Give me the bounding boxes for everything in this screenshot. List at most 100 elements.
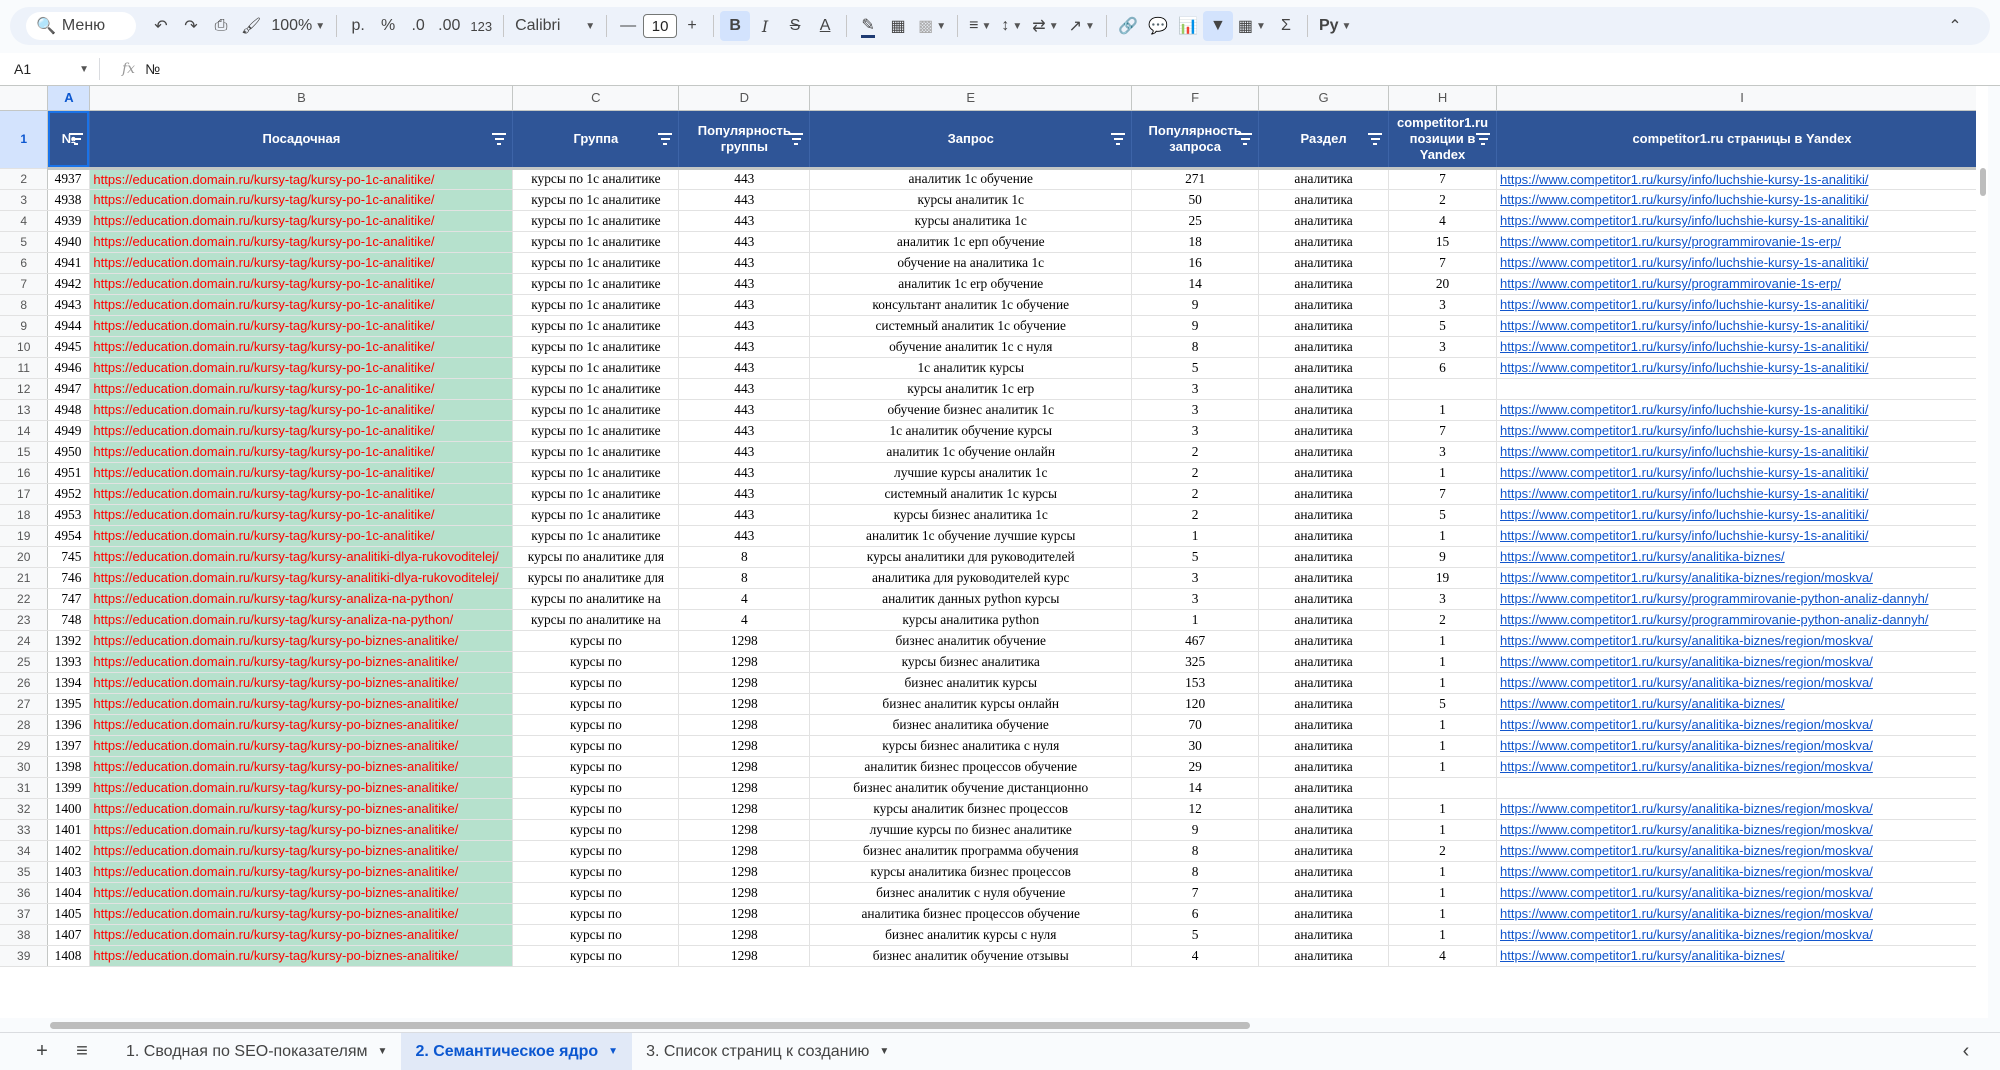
row-number[interactable]: 29 xyxy=(0,735,49,757)
cell-competitor-url[interactable] xyxy=(1496,378,1988,400)
cell-id[interactable]: 1395 xyxy=(47,693,91,715)
cell-competitor-position[interactable]: 2 xyxy=(1388,189,1497,211)
cell-competitor-position[interactable]: 1 xyxy=(1388,819,1497,841)
cell-section[interactable]: аналитика xyxy=(1258,504,1390,526)
cell-query[interactable]: обучение бизнес аналитик 1с xyxy=(809,399,1133,421)
cell-competitor-url[interactable]: https://www.competitor1.ru/kursy/analiti… xyxy=(1496,924,1988,946)
cell-competitor-position[interactable]: 3 xyxy=(1388,588,1497,610)
cell-query[interactable]: аналитик бизнес процессов обучение xyxy=(809,756,1133,778)
cell-landing-url[interactable]: https://education.domain.ru/kursy-tag/ku… xyxy=(89,714,514,736)
cell-query[interactable]: курсы бизнес аналитика xyxy=(809,651,1133,673)
cell-id[interactable]: 4939 xyxy=(47,210,91,232)
sheet-tab[interactable]: 1. Сводная по SEO-показателям ▼ xyxy=(112,1033,401,1070)
cell-id[interactable]: 745 xyxy=(47,546,91,568)
cell-query[interactable]: 1с аналитик курсы xyxy=(809,357,1133,379)
cell-group-popularity[interactable]: 443 xyxy=(678,294,811,316)
decrease-decimal-button[interactable]: .0 xyxy=(403,11,433,41)
cell-landing-url[interactable]: https://education.domain.ru/kursy-tag/ku… xyxy=(89,252,514,274)
row-number[interactable]: 31 xyxy=(0,777,49,799)
cell-section[interactable]: аналитика xyxy=(1258,252,1390,274)
cell-query-popularity[interactable]: 8 xyxy=(1131,336,1260,358)
cell-id[interactable]: 1401 xyxy=(47,819,91,841)
cell-section[interactable]: аналитика xyxy=(1258,168,1390,190)
cell-section[interactable]: аналитика xyxy=(1258,273,1390,295)
cell-competitor-position[interactable]: 20 xyxy=(1388,273,1497,295)
cell-landing-url[interactable]: https://education.domain.ru/kursy-tag/ku… xyxy=(89,672,514,694)
cell-landing-url[interactable]: https://education.domain.ru/kursy-tag/ku… xyxy=(89,798,514,820)
cell-landing-url[interactable]: https://education.domain.ru/kursy-tag/ku… xyxy=(89,588,514,610)
cell-competitor-position[interactable]: 1 xyxy=(1388,903,1497,925)
column-header-a[interactable]: A xyxy=(47,86,91,111)
cell-competitor-position[interactable] xyxy=(1388,777,1497,799)
header-cell-c[interactable]: Группа xyxy=(512,110,680,170)
cell-group-popularity[interactable]: 443 xyxy=(678,273,811,295)
tabs-scroll-left-button[interactable]: ‹ xyxy=(1946,1040,1986,1063)
cell-id[interactable]: 1402 xyxy=(47,840,91,862)
row-number[interactable]: 5 xyxy=(0,231,49,253)
cell-group-popularity[interactable]: 443 xyxy=(678,420,811,442)
cell-competitor-position[interactable]: 5 xyxy=(1388,504,1497,526)
cell-query[interactable]: консультант аналитик 1с обучение xyxy=(809,294,1133,316)
cell-section[interactable]: аналитика xyxy=(1258,231,1390,253)
bold-button[interactable]: B xyxy=(720,11,751,41)
cell-section[interactable]: аналитика xyxy=(1258,693,1390,715)
cell-query[interactable]: 1с аналитик обучение курсы xyxy=(809,420,1133,442)
cell-id[interactable]: 4942 xyxy=(47,273,91,295)
cell-query[interactable]: аналитик 1с ерп обучение xyxy=(809,231,1133,253)
cell-query-popularity[interactable]: 25 xyxy=(1131,210,1260,232)
cell-group[interactable]: курсы по аналитике на xyxy=(512,588,680,610)
cell-id[interactable]: 747 xyxy=(47,588,91,610)
cell-query-popularity[interactable]: 325 xyxy=(1131,651,1260,673)
cell-id[interactable]: 1393 xyxy=(47,651,91,673)
cell-query[interactable]: бизнес аналитик обучение отзывы xyxy=(809,945,1133,967)
cell-query-popularity[interactable]: 8 xyxy=(1131,861,1260,883)
cell-section[interactable]: аналитика xyxy=(1258,420,1390,442)
cell-id[interactable]: 4951 xyxy=(47,462,91,484)
cell-competitor-url[interactable]: https://www.competitor1.ru/kursy/info/lu… xyxy=(1496,420,1988,442)
cell-competitor-url[interactable]: https://www.competitor1.ru/kursy/analiti… xyxy=(1496,903,1988,925)
cell-competitor-url[interactable]: https://www.competitor1.ru/kursy/analiti… xyxy=(1496,693,1988,715)
cell-landing-url[interactable]: https://education.domain.ru/kursy-tag/ku… xyxy=(89,273,514,295)
cell-competitor-url[interactable]: https://www.competitor1.ru/kursy/program… xyxy=(1496,231,1988,253)
filter-icon[interactable] xyxy=(1368,132,1383,145)
input-tools-button[interactable]: Py ▼ xyxy=(1314,11,1356,41)
text-color-button[interactable]: A xyxy=(810,11,840,41)
cell-group[interactable]: курсы по xyxy=(512,630,680,652)
cell-id[interactable]: 746 xyxy=(47,567,91,589)
cell-competitor-url[interactable]: https://www.competitor1.ru/kursy/info/lu… xyxy=(1496,504,1988,526)
row-number[interactable]: 7 xyxy=(0,273,49,295)
cell-group-popularity[interactable]: 443 xyxy=(678,441,811,463)
sheet-tab[interactable]: 2. Семантическое ядро ▼ xyxy=(401,1033,633,1070)
cell-group[interactable]: курсы по аналитике для xyxy=(512,546,680,568)
cell-section[interactable]: аналитика xyxy=(1258,483,1390,505)
cell-group[interactable]: курсы по xyxy=(512,819,680,841)
cell-competitor-url[interactable]: https://www.competitor1.ru/kursy/program… xyxy=(1496,609,1988,631)
cell-query-popularity[interactable]: 16 xyxy=(1131,252,1260,274)
cell-competitor-position[interactable]: 5 xyxy=(1388,315,1497,337)
cell-group-popularity[interactable]: 443 xyxy=(678,504,811,526)
cell-id[interactable]: 1399 xyxy=(47,777,91,799)
cell-id[interactable]: 1394 xyxy=(47,672,91,694)
cell-id[interactable]: 4938 xyxy=(47,189,91,211)
header-cell-f[interactable]: Популярность запроса xyxy=(1131,110,1260,170)
cell-section[interactable]: аналитика xyxy=(1258,903,1390,925)
cell-id[interactable]: 748 xyxy=(47,609,91,631)
cell-landing-url[interactable]: https://education.domain.ru/kursy-tag/ku… xyxy=(89,336,514,358)
cell-group-popularity[interactable]: 443 xyxy=(678,231,811,253)
cell-query[interactable]: аналитик данных python курсы xyxy=(809,588,1133,610)
cell-landing-url[interactable]: https://education.domain.ru/kursy-tag/ku… xyxy=(89,294,514,316)
row-number[interactable]: 17 xyxy=(0,483,49,505)
column-header-h[interactable]: H xyxy=(1388,86,1497,111)
spreadsheet-grid[interactable]: ABCDEFGHI 1 № Посадочная Группа Популярность… xyxy=(0,86,1988,1018)
cell-landing-url[interactable]: https://education.domain.ru/kursy-tag/ku… xyxy=(89,378,514,400)
cell-competitor-url[interactable]: https://www.competitor1.ru/kursy/info/lu… xyxy=(1496,189,1988,211)
cell-competitor-position[interactable]: 7 xyxy=(1388,483,1497,505)
cell-query[interactable]: аналитика для руководителей курс xyxy=(809,567,1133,589)
cell-query[interactable]: бизнес аналитик курсы с нуля xyxy=(809,924,1133,946)
cell-landing-url[interactable]: https://education.domain.ru/kursy-tag/ku… xyxy=(89,189,514,211)
cell-competitor-url[interactable]: https://www.competitor1.ru/kursy/analiti… xyxy=(1496,861,1988,883)
cell-query-popularity[interactable]: 9 xyxy=(1131,294,1260,316)
cell-group[interactable]: курсы по 1с аналитике xyxy=(512,483,680,505)
cell-id[interactable]: 4945 xyxy=(47,336,91,358)
cell-id[interactable]: 4952 xyxy=(47,483,91,505)
